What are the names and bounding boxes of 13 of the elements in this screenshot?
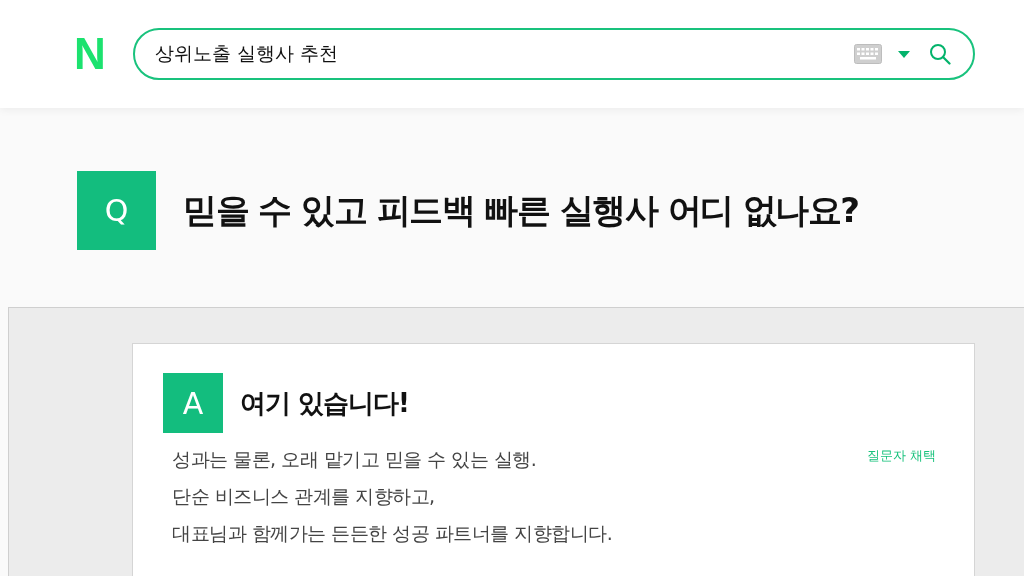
adopted-label: 질문자 채택 xyxy=(866,447,936,465)
answer-text: 성과는 물론, 오래 맡기고 믿을 수 있는 실행. xyxy=(172,447,538,472)
answer-text: 단순 비즈니스 관계를 지향하고, xyxy=(172,484,436,509)
search-field[interactable]: 상위노출 실행사 추천 xyxy=(155,43,854,65)
question-title: 믿을 수 있고 피드백 빠른 실행사 어디 없나요? xyxy=(183,188,859,232)
caret-icon[interactable] xyxy=(898,50,910,58)
answer-badge: A xyxy=(163,373,223,433)
search-icon[interactable] xyxy=(929,43,951,65)
answer-title: 여기 있습니다! xyxy=(240,386,409,420)
keyboard-icon[interactable] xyxy=(854,44,882,64)
question-badge: Q xyxy=(77,171,156,250)
search-bar[interactable]: 상위노출 실행사 추천 xyxy=(133,28,975,80)
answer-text: 대표님과 함께가는 든든한 성공 파트너를 지향합니다. xyxy=(172,521,613,546)
